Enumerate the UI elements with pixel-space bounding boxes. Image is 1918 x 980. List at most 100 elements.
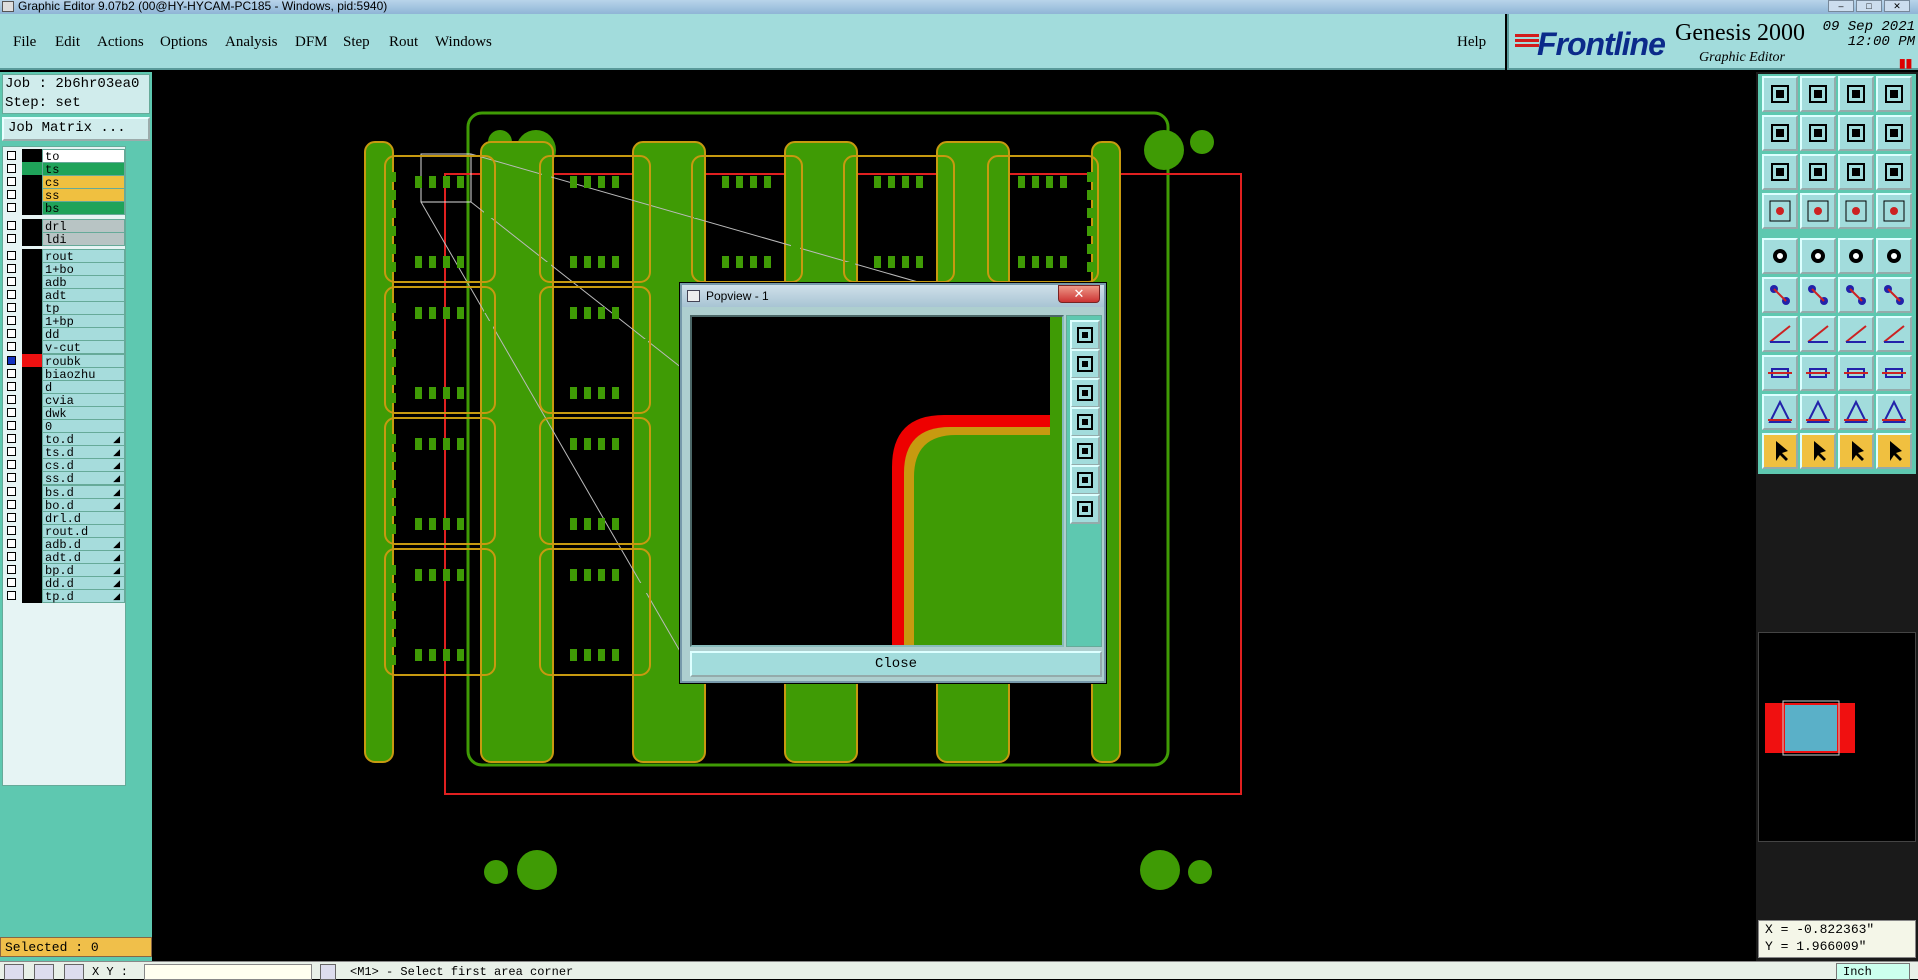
layer-color-swatch[interactable]	[22, 188, 42, 203]
arc-icon[interactable]	[1838, 277, 1874, 313]
layer-color-swatch[interactable]	[22, 432, 42, 447]
layer-checkbox[interactable]	[7, 203, 16, 213]
layer-color-swatch[interactable]	[22, 175, 42, 190]
layer-color-swatch[interactable]	[22, 576, 42, 591]
layer-name[interactable]: to	[42, 149, 125, 164]
layer-name[interactable]: ss.d ◢	[42, 471, 125, 486]
layer-color-swatch[interactable]	[22, 218, 42, 233]
layer-name[interactable]: bs.d ◢	[42, 484, 125, 500]
zoom-home-icon[interactable]	[1070, 320, 1100, 350]
layer-name[interactable]: ts.d ◢	[42, 445, 125, 460]
menu-edit[interactable]: Edit	[55, 34, 80, 51]
component-icon[interactable]	[1838, 355, 1874, 391]
menu-options[interactable]: Options	[160, 34, 208, 51]
layer-row[interactable]: 0	[5, 419, 125, 434]
maximize-icon[interactable]: □	[1856, 0, 1882, 12]
layer-name[interactable]: roubk	[42, 353, 125, 369]
triangle-icon[interactable]	[1762, 394, 1798, 430]
layer-row[interactable]: d	[5, 379, 125, 395]
layer-color-swatch[interactable]	[22, 149, 42, 163]
layer-row[interactable]: rout.d	[5, 523, 125, 539]
undo-arc-icon[interactable]	[1838, 316, 1874, 352]
layer-name[interactable]: 0	[42, 419, 125, 434]
layer-checkbox[interactable]	[7, 303, 16, 313]
layer-color-swatch[interactable]	[22, 366, 42, 381]
layer-checkbox[interactable]	[7, 460, 16, 470]
zoom-fit-icon[interactable]	[1762, 154, 1798, 190]
select-icon[interactable]	[1800, 433, 1836, 469]
layer-color-swatch[interactable]	[22, 301, 42, 316]
angle-icon[interactable]	[1762, 316, 1798, 352]
layer-name[interactable]: drl.d	[42, 510, 125, 526]
layer-row[interactable]: rout	[5, 248, 125, 264]
layer-checkbox[interactable]	[7, 190, 16, 200]
layer-row[interactable]: 1+bp	[5, 314, 125, 329]
layer-name[interactable]: rout.d	[42, 523, 125, 539]
layer-color-swatch[interactable]	[22, 327, 42, 342]
menu-dfm[interactable]: DFM	[295, 34, 328, 51]
layer-name[interactable]: adt.d ◢	[42, 550, 125, 565]
layer-row[interactable]: adb	[5, 274, 125, 290]
layer-checkbox[interactable]	[7, 329, 16, 339]
overview-window[interactable]	[1758, 632, 1916, 842]
zoom-window-icon[interactable]	[1800, 154, 1836, 190]
center-icon[interactable]	[1070, 494, 1100, 524]
layer-name[interactable]: adb.d ◢	[42, 536, 125, 552]
layer-name[interactable]: bp.d ◢	[42, 563, 125, 578]
layer-row[interactable]: dd.d ◢	[5, 576, 125, 591]
layer-name[interactable]: 1+bo	[42, 261, 125, 277]
layer-name[interactable]: ts	[42, 162, 125, 177]
layer-row[interactable]: ss	[5, 188, 125, 203]
pointer-icon[interactable]	[1762, 433, 1798, 469]
layer-checkbox[interactable]	[7, 164, 16, 174]
layer-name[interactable]: dwk	[42, 405, 125, 421]
layer-row[interactable]: cs.d ◢	[5, 458, 125, 473]
layer-row[interactable]: biaozhu	[5, 366, 125, 382]
snap-net-icon[interactable]	[1876, 193, 1912, 229]
check-icon[interactable]	[34, 964, 54, 980]
layer-color-swatch[interactable]	[22, 288, 42, 302]
layer-name[interactable]: bs	[42, 201, 125, 216]
layer-row[interactable]: adt.d ◢	[5, 550, 125, 565]
layer-checkbox[interactable]	[7, 220, 16, 230]
layer-row[interactable]: cvia	[5, 392, 125, 408]
layer-color-swatch[interactable]	[22, 231, 42, 246]
fit-icon[interactable]	[1070, 465, 1100, 495]
popview-close-icon[interactable]: ✕	[1058, 285, 1100, 303]
layer-checkbox[interactable]	[7, 538, 16, 548]
layer-name[interactable]: biaozhu	[42, 366, 125, 382]
layer-name[interactable]: 1+bp	[42, 314, 125, 329]
pad-icon[interactable]	[1762, 238, 1798, 274]
layer-name[interactable]: ss	[42, 188, 125, 203]
popview-close-button[interactable]: Close	[690, 651, 1102, 677]
layer-name[interactable]: dd.d ◢	[42, 576, 125, 591]
layer-name[interactable]: v-cut	[42, 340, 125, 355]
layer-row[interactable]: dd	[5, 327, 125, 342]
popview-canvas[interactable]	[690, 315, 1064, 647]
layer-color-swatch[interactable]	[22, 314, 42, 329]
move-left-icon[interactable]	[1762, 115, 1798, 151]
layer-name[interactable]: rout	[42, 248, 125, 264]
layer-name[interactable]: dd	[42, 327, 125, 342]
menu-file[interactable]: File	[13, 34, 36, 51]
select-red-icon[interactable]	[1838, 433, 1874, 469]
layer-row[interactable]: to.d ◢	[5, 432, 125, 447]
layer-name[interactable]: to.d ◢	[42, 432, 125, 447]
layer-row[interactable]: ldi	[5, 231, 125, 247]
layer-up-icon[interactable]	[1762, 76, 1798, 112]
menu-rout[interactable]: Rout	[389, 34, 418, 51]
layer-checkbox[interactable]	[7, 591, 16, 601]
layer-name[interactable]: cvia	[42, 392, 125, 408]
layer-row[interactable]: roubk	[5, 353, 125, 369]
layer-checkbox[interactable]	[7, 473, 16, 483]
font-icon[interactable]	[1876, 316, 1912, 352]
layer-color-swatch[interactable]	[22, 550, 42, 564]
menu-windows[interactable]: Windows	[435, 34, 492, 51]
grid-icon[interactable]	[64, 964, 84, 980]
redraw-icon[interactable]	[1838, 115, 1874, 151]
layer-checkbox[interactable]	[7, 151, 16, 160]
layer-row[interactable]: ss.d ◢	[5, 471, 125, 486]
grid-toggle-icon[interactable]	[1800, 193, 1836, 229]
zoom-in-icon[interactable]	[1070, 349, 1100, 379]
layer-color-swatch[interactable]	[22, 458, 42, 473]
